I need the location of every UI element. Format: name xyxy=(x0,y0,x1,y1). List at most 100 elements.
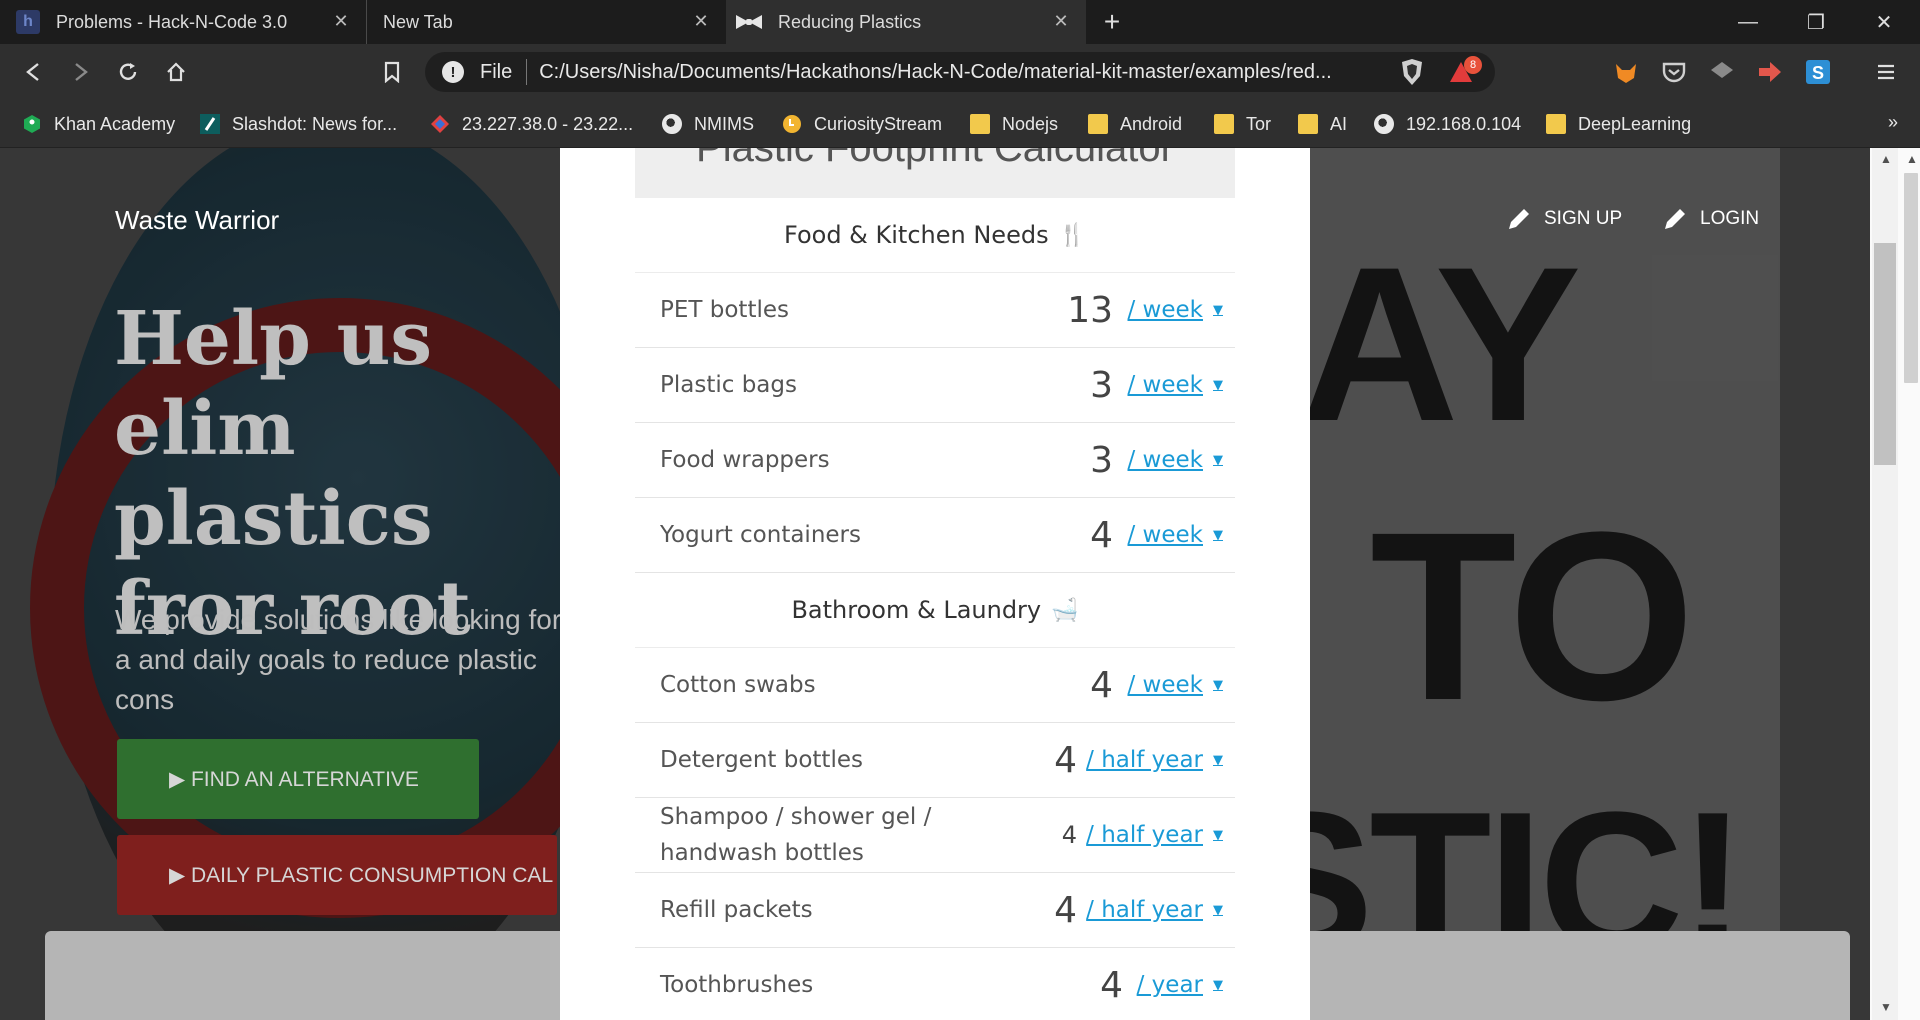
page-scroll-up-arrow-icon[interactable]: ▲ xyxy=(1902,152,1920,168)
home-button[interactable] xyxy=(160,56,192,88)
bookmark-ip-range[interactable]: 23.227.38.0 - 23.22... xyxy=(430,108,633,140)
bookmark-nmims[interactable]: NMIMS xyxy=(662,108,754,140)
caret-down-icon: ▼ xyxy=(1213,452,1223,468)
close-icon[interactable]: ✕ xyxy=(1050,10,1072,32)
pencil-icon xyxy=(1509,209,1529,229)
bookmark-folder-nodejs[interactable]: Nodejs xyxy=(970,108,1058,140)
caret-down-icon: ▼ xyxy=(1213,377,1223,393)
item-label: Detergent bottles xyxy=(660,747,863,773)
scroll-down-arrow-icon[interactable]: ▼ xyxy=(1876,1000,1896,1016)
frequency-select[interactable]: / week ▼ xyxy=(1128,522,1224,548)
more-bookmarks-chevron-icon[interactable]: » xyxy=(1888,112,1898,133)
menu-button[interactable] xyxy=(1870,56,1902,88)
quantity-input[interactable]: 3 xyxy=(1090,365,1113,406)
globe-icon xyxy=(1374,114,1394,134)
bookmark-label: Android xyxy=(1120,113,1183,134)
calc-row: Food wrappers 3 / week ▼ xyxy=(635,423,1235,498)
frequency-value: / week xyxy=(1127,372,1204,398)
frequency-select[interactable]: / year ▼ xyxy=(1137,972,1223,998)
tab-reducing-plastics[interactable]: Reducing Plastics ✕ xyxy=(726,0,1086,44)
diamond-icon xyxy=(431,115,449,133)
brave-rewards-button[interactable]: 8 xyxy=(1450,56,1482,86)
frequency-select[interactable]: / half year ▼ xyxy=(1086,897,1223,923)
modal-scrollbar-thumb[interactable] xyxy=(1874,243,1896,465)
reload-button[interactable] xyxy=(112,56,144,88)
quantity-input[interactable]: 13 xyxy=(1067,290,1113,331)
tab-problems[interactable]: h Problems - Hack-N-Code 3.0 ✕ xyxy=(0,0,366,44)
signup-link[interactable]: SIGN UP xyxy=(1506,206,1622,232)
frequency-value: / week xyxy=(1127,672,1204,698)
bookmark-folder-deeplearning[interactable]: DeepLearning xyxy=(1546,108,1691,140)
brave-shield-icon[interactable] xyxy=(1400,58,1424,86)
item-label: PET bottles xyxy=(660,297,789,323)
quantity-input[interactable]: 4 xyxy=(1062,821,1077,849)
bookmark-label: 192.168.0.104 xyxy=(1406,113,1522,134)
pocket-icon[interactable] xyxy=(1660,58,1688,86)
frequency-select[interactable]: / week ▼ xyxy=(1128,447,1224,473)
find-alternative-button[interactable]: ▶ FIND AN ALTERNATIVE xyxy=(117,739,479,819)
fork-knife-icon: 🍴 xyxy=(1058,222,1086,248)
quantity-input[interactable]: 4 xyxy=(1054,740,1077,781)
bookmark-slashdot[interactable]: Slashdot: News for... xyxy=(200,108,397,140)
calc-row: Cotton swabs 4 / week ▼ xyxy=(635,648,1235,723)
calc-row: Toothbrushes 4 / year ▼ xyxy=(635,948,1235,1020)
url-scheme-label: File xyxy=(480,60,513,83)
calc-row: Detergent bottles 4 / half year ▼ xyxy=(635,723,1235,798)
item-label: Cotton swabs xyxy=(660,672,816,698)
caret-down-icon: ▼ xyxy=(1213,677,1223,693)
page-scrollbar-thumb[interactable] xyxy=(1904,173,1918,383)
toolbar: ! File C:/Users/Nisha/Documents/Hackatho… xyxy=(0,44,1920,100)
quantity-input[interactable]: 4 xyxy=(1054,890,1077,931)
login-label: LOGIN xyxy=(1700,208,1760,229)
forward-button[interactable] xyxy=(64,56,96,88)
bookmark-folder-tor[interactable]: Tor xyxy=(1214,108,1271,140)
arrow-extension-icon[interactable] xyxy=(1756,58,1784,86)
url-text[interactable]: C:/Users/Nisha/Documents/Hackathons/Hack… xyxy=(539,61,1331,84)
bookmark-button[interactable] xyxy=(376,56,408,88)
bookmark-curiositystream[interactable]: CuriosityStream xyxy=(782,108,942,140)
brand-logo[interactable]: Waste Warrior xyxy=(115,205,279,236)
info-icon[interactable]: ! xyxy=(442,61,464,83)
slashdot-icon xyxy=(200,114,220,134)
close-icon[interactable]: ✕ xyxy=(690,10,712,32)
globe-icon xyxy=(662,114,682,134)
s-extension-icon[interactable]: S xyxy=(1804,58,1832,86)
restore-button[interactable]: ❐ xyxy=(1782,0,1850,44)
section-heading-text: Food & Kitchen Needs xyxy=(784,221,1049,249)
scroll-up-arrow-icon[interactable]: ▲ xyxy=(1876,152,1896,168)
plastic-calculator-button[interactable]: ▶ DAILY PLASTIC CONSUMPTION CAL xyxy=(117,835,557,915)
calculator-rows: Food & Kitchen Needs 🍴 PET bottles 13 / … xyxy=(635,198,1235,1020)
minimize-button[interactable]: — xyxy=(1714,0,1782,44)
login-link[interactable]: LOGIN xyxy=(1662,206,1759,232)
tab-new-tab[interactable]: New Tab ✕ xyxy=(366,0,726,44)
bookmark-label: AI xyxy=(1330,113,1348,134)
quantity-input[interactable]: 4 xyxy=(1090,515,1113,556)
tab-title: Reducing Plastics xyxy=(778,11,922,32)
section-heading-bathroom: Bathroom & Laundry 🛁 xyxy=(635,573,1235,648)
layers-extension-icon[interactable] xyxy=(1708,58,1736,86)
bookmark-folder-android[interactable]: Android xyxy=(1088,108,1182,140)
frequency-select[interactable]: / half year ▼ xyxy=(1086,747,1223,773)
frequency-select[interactable]: / week ▼ xyxy=(1128,672,1224,698)
calc-row: Shampoo / shower gel / handwash bottles … xyxy=(635,798,1235,873)
bookmark-local-ip[interactable]: 192.168.0.104 xyxy=(1374,108,1521,140)
bookmark-label: CuriosityStream xyxy=(814,113,943,134)
frequency-select[interactable]: / week ▼ xyxy=(1128,372,1224,398)
home-icon xyxy=(167,62,185,82)
address-bar[interactable]: ! File C:/Users/Nisha/Documents/Hackatho… xyxy=(425,52,1495,92)
quantity-input[interactable]: 4 xyxy=(1100,965,1123,1006)
frequency-value: / week xyxy=(1127,522,1204,548)
quantity-input[interactable]: 3 xyxy=(1090,440,1113,481)
back-button[interactable] xyxy=(18,56,50,88)
calc-row: Refill packets 4 / half year ▼ xyxy=(635,873,1235,948)
fox-extension-icon[interactable] xyxy=(1612,58,1640,86)
bookmark-folder-ai[interactable]: AI xyxy=(1298,108,1347,140)
caret-down-icon: ▼ xyxy=(1213,302,1223,318)
close-window-button[interactable]: ✕ xyxy=(1850,0,1918,44)
bookmark-khan-academy[interactable]: Khan Academy xyxy=(22,108,175,140)
new-tab-button[interactable]: + xyxy=(1096,6,1128,38)
quantity-input[interactable]: 4 xyxy=(1090,665,1113,706)
close-icon[interactable]: ✕ xyxy=(330,10,352,32)
frequency-select[interactable]: / half year ▼ xyxy=(1086,822,1223,848)
frequency-select[interactable]: / week ▼ xyxy=(1128,297,1224,323)
